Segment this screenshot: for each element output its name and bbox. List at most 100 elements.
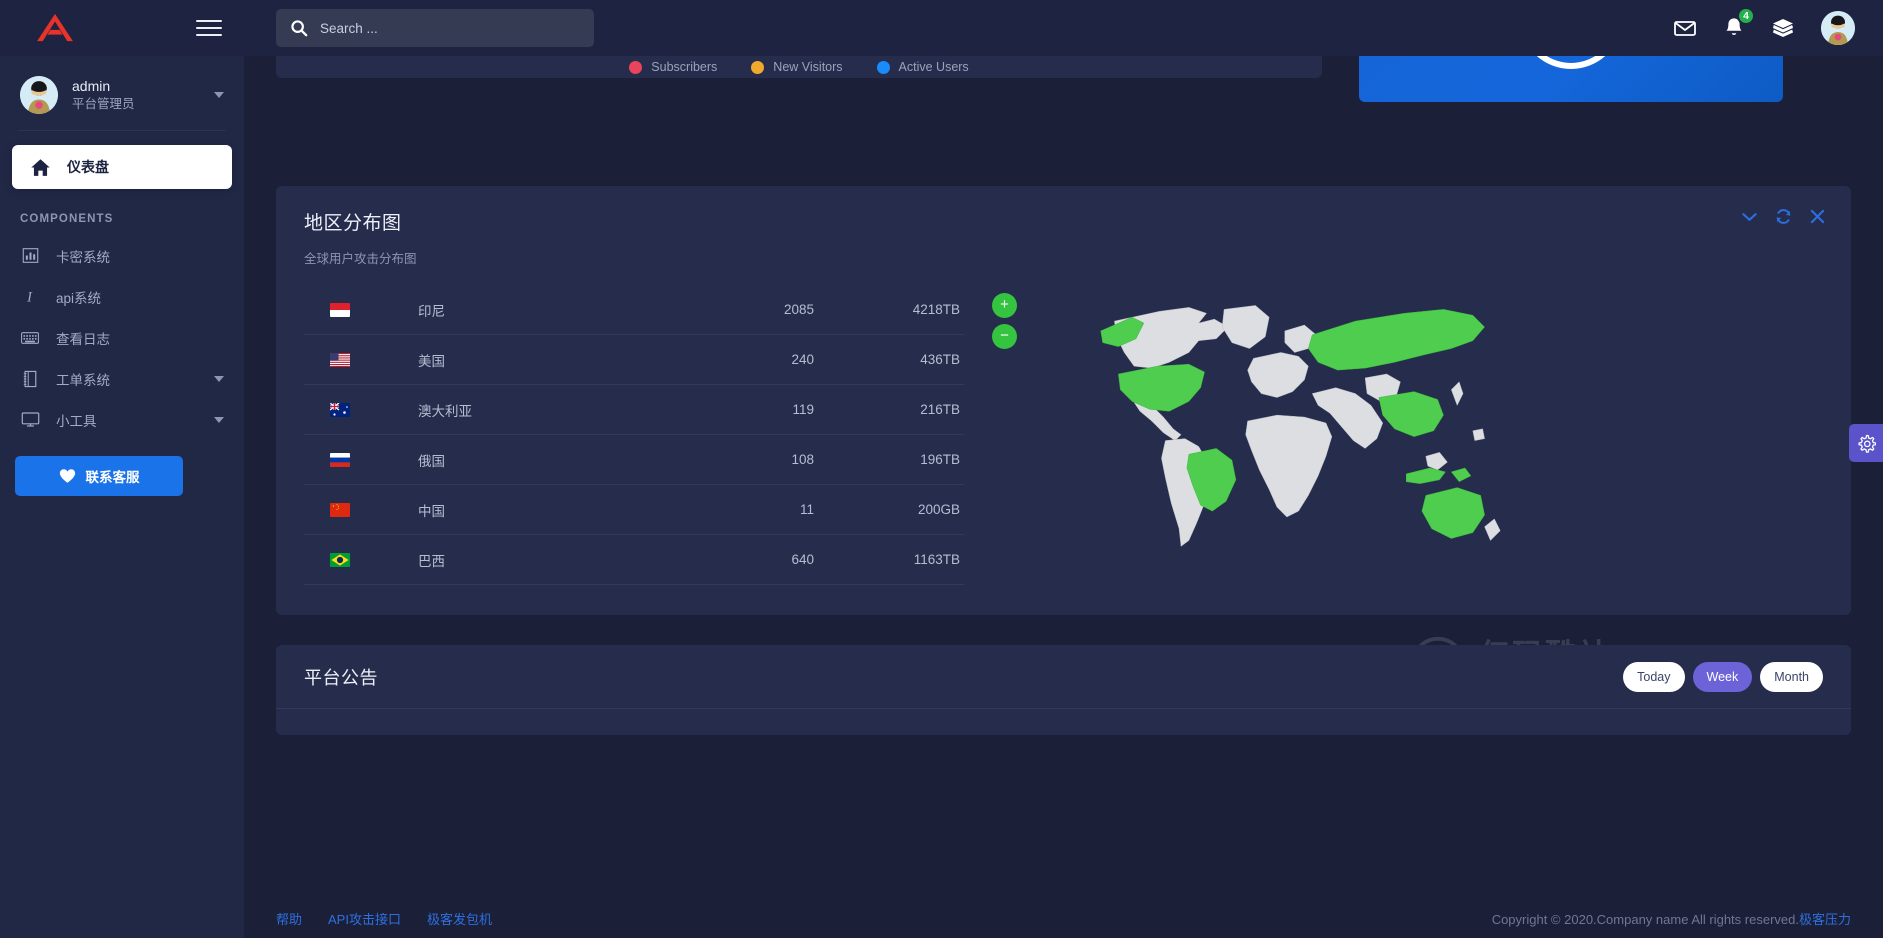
footer-link-api[interactable]: API攻击接口 — [328, 909, 401, 928]
close-icon — [1810, 209, 1825, 224]
top-strip: Subscribers New Visitors Active Users 68… — [244, 56, 1883, 162]
topbar-actions: 4 — [1673, 11, 1883, 45]
table-row[interactable]: 俄国 108 196TB — [304, 435, 964, 485]
gauge-ring — [1520, 56, 1623, 69]
chart-bar-icon — [20, 247, 40, 264]
map-highlight-russia — [1308, 309, 1484, 370]
footer-link-packet-sender[interactable]: 极客发包机 — [427, 909, 492, 928]
card-subtitle: 全球用户攻击分布图 — [304, 248, 1823, 267]
country-count: 640 — [664, 552, 814, 567]
legend-dot-subscribers — [629, 61, 642, 74]
flag-icon-id — [330, 303, 418, 317]
map-zoom-out-button[interactable]: − — [992, 324, 1017, 349]
sidebar-profile[interactable]: admin 平台管理员 — [0, 62, 244, 130]
map-highlight-australia — [1422, 488, 1485, 539]
country-traffic: 196TB — [814, 452, 964, 467]
map-highlight-china — [1379, 392, 1444, 437]
hamburger-line — [196, 27, 222, 29]
top-bar: 4 — [0, 0, 1883, 56]
chevron-down-icon[interactable] — [214, 92, 224, 98]
country-name: 美国 — [418, 350, 664, 370]
user-avatar[interactable] — [1821, 11, 1855, 45]
sidebar-item-dashboard[interactable]: 仪表盘 — [12, 145, 232, 189]
footer: 帮助 API攻击接口 极客发包机 Copyright © 2020.Compan… — [244, 898, 1883, 938]
sidebar-item-label: 卡密系统 — [56, 246, 224, 266]
map-zoom-in-button[interactable]: + — [992, 293, 1017, 318]
chart-legend: Subscribers New Visitors Active Users — [276, 60, 1322, 74]
flag-icon-cn — [330, 503, 418, 517]
page-title: 地区分布图 — [304, 208, 1823, 235]
map-highlight-indonesia — [1406, 468, 1445, 484]
mail-button[interactable] — [1673, 16, 1697, 40]
period-filter-group: Today Week Month — [1623, 662, 1823, 692]
country-name: 澳大利亚 — [418, 400, 664, 420]
home-icon — [30, 157, 51, 178]
profile-role: 平台管理员 — [72, 96, 200, 113]
notifications-button[interactable]: 4 — [1723, 16, 1745, 40]
period-week-button[interactable]: Week — [1693, 662, 1753, 692]
layers-button[interactable] — [1771, 17, 1795, 39]
legend-label: New Visitors — [773, 60, 842, 74]
table-row[interactable]: 美国 240 436TB — [304, 335, 964, 385]
country-name: 中国 — [418, 500, 664, 520]
logo-mark[interactable] — [34, 12, 76, 44]
mail-icon — [1673, 16, 1697, 40]
refresh-button[interactable] — [1775, 208, 1792, 225]
announcement-header: 平台公告 Today Week Month — [276, 645, 1851, 708]
sidebar-item-card-system[interactable]: 卡密系统 — [0, 235, 244, 276]
country-name: 巴西 — [418, 550, 664, 570]
search-icon — [290, 19, 308, 37]
sidebar-item-logs[interactable]: 查看日志 — [0, 317, 244, 358]
sidebar-item-label: 查看日志 — [56, 328, 224, 348]
search-wrapper — [276, 9, 594, 47]
map-zoom-controls: + − — [992, 293, 1017, 349]
notebook-icon — [20, 370, 40, 388]
country-count: 11 — [664, 502, 814, 517]
table-row[interactable]: 中国 11 200GB — [304, 485, 964, 535]
sidebar-item-label: 仪表盘 — [67, 157, 109, 177]
settings-tab-button[interactable] — [1849, 424, 1883, 462]
legend-item: Subscribers — [629, 60, 717, 74]
search-input[interactable] — [320, 21, 580, 36]
table-row[interactable]: 印尼 2085 4218TB — [304, 285, 964, 335]
hamburger-line — [196, 34, 222, 36]
region-distribution-card: 地区分布图 全球用户攻击分布图 — [276, 186, 1851, 615]
visitor-chart-card: Subscribers New Visitors Active Users — [276, 56, 1322, 78]
profile-avatar — [20, 76, 58, 114]
sidebar-item-tools[interactable]: 小工具 — [0, 399, 244, 440]
chevron-down-icon[interactable] — [214, 376, 224, 382]
sidebar-item-ticket-system[interactable]: 工单系统 — [0, 358, 244, 399]
flag-icon-us — [330, 353, 418, 367]
table-row[interactable]: 澳大利亚 119 216TB — [304, 385, 964, 435]
close-button[interactable] — [1810, 209, 1825, 224]
world-map[interactable] — [1042, 281, 1512, 561]
announcement-title: 平台公告 — [304, 664, 378, 690]
country-traffic: 4218TB — [814, 302, 964, 317]
footer-links: 帮助 API攻击接口 极客发包机 — [276, 909, 492, 928]
flag-icon-ru — [330, 453, 418, 467]
contact-support-button[interactable]: 联系客服 — [15, 456, 183, 496]
hamburger-menu-button[interactable] — [196, 20, 222, 36]
announcement-card: 平台公告 Today Week Month — [276, 645, 1851, 735]
world-map-zone: + − — [964, 285, 1851, 585]
collapse-button[interactable] — [1742, 212, 1757, 222]
copyright-link[interactable]: 极客压力 — [1799, 912, 1851, 927]
chevron-down-icon[interactable] — [214, 417, 224, 423]
legend-item: Active Users — [877, 60, 969, 74]
legend-label: Active Users — [899, 60, 969, 74]
period-today-button[interactable]: Today — [1623, 662, 1684, 692]
avatar-icon — [20, 76, 58, 114]
sidebar-item-api-system[interactable]: I api系统 — [0, 276, 244, 317]
country-traffic: 200GB — [814, 502, 964, 517]
profile-name: admin — [72, 77, 200, 96]
table-row[interactable]: 巴西 640 1163TB — [304, 535, 964, 585]
country-traffic: 1163TB — [814, 552, 964, 567]
period-month-button[interactable]: Month — [1760, 662, 1823, 692]
search-box[interactable] — [276, 9, 594, 47]
footer-link-help[interactable]: 帮助 — [276, 909, 302, 928]
chevron-down-icon — [1742, 212, 1757, 222]
sidebar: admin 平台管理员 仪表盘 COMPONENTS 卡密系统 — [0, 56, 244, 938]
copyright-text: Copyright © 2020.Company name All rights… — [1492, 912, 1799, 927]
flag-icon-au — [330, 403, 418, 417]
profile-text: admin 平台管理员 — [72, 77, 200, 113]
